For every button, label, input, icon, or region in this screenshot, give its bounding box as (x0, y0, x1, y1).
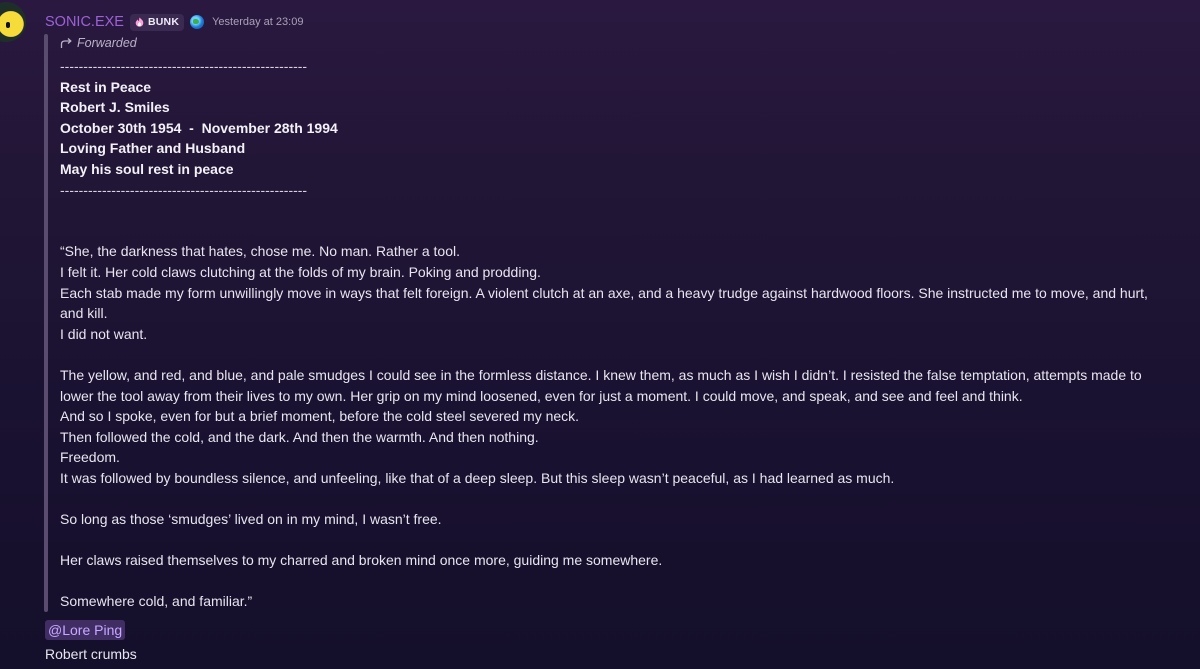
epitaph-line: May his soul rest in peace (60, 160, 234, 177)
body-paragraph (60, 488, 1165, 509)
server-tag[interactable]: BUNK (129, 13, 185, 31)
body-paragraph: “She, the darkness that hates, chose me.… (60, 243, 460, 260)
body-paragraph: I felt it. Her cold claws clutching at t… (60, 263, 541, 280)
body-paragraph (60, 571, 1165, 592)
message-text: Robert crumbs (45, 646, 137, 662)
message-header: SONIC.EXE BUNK Yesterday at 23:09 (45, 12, 303, 32)
body-paragraph: And so I spoke, even for but a brief mom… (60, 408, 580, 425)
role-mention[interactable]: @Lore Ping (45, 620, 126, 640)
epitaph-line: Rest in Peace (60, 78, 152, 95)
avatar-eye (6, 22, 10, 28)
body-paragraph: It was followed by boundless silence, an… (60, 469, 895, 486)
body-paragraph: Freedom. (60, 449, 120, 466)
forwarded-message-content: ----------------------------------------… (60, 56, 1165, 612)
divider-line: ----------------------------------------… (60, 58, 308, 74)
epitaph-line: October 30th 1954 - November 28th 1994 (60, 119, 338, 136)
forwarded-label-row: Forwarded (60, 36, 137, 50)
body-paragraph: Her claws raised themselves to my charre… (60, 552, 663, 569)
body-paragraph: Each stab made my form unwillingly move … (60, 284, 1152, 322)
body-paragraph (60, 344, 1165, 365)
body-paragraph (60, 530, 1165, 551)
body-paragraph: Somewhere cold, and familiar.” (60, 593, 253, 610)
epitaph-line: Loving Father and Husband (60, 140, 246, 157)
body-paragraph: So long as those ‘smudges’ lived on in m… (60, 511, 442, 528)
body-paragraph: I did not want. (60, 325, 148, 342)
body-paragraph: The yellow, and red, and blue, and pale … (60, 366, 1146, 404)
server-tag-label: BUNK (147, 16, 180, 28)
epitaph-line: Robert J. Smiles (60, 99, 170, 116)
body-paragraph: Then followed the cold, and the dark. An… (60, 428, 539, 445)
forward-arrow-icon (60, 38, 72, 48)
globe-icon (190, 15, 205, 29)
forwarded-label: Forwarded (77, 36, 137, 50)
forwarded-quote-bar (44, 34, 48, 612)
flame-icon (135, 17, 144, 27)
user-avatar[interactable] (0, 2, 26, 42)
username[interactable]: SONIC.EXE (45, 14, 124, 30)
message-timestamp[interactable]: Yesterday at 23:09 (212, 16, 303, 28)
divider-line: ----------------------------------------… (60, 181, 308, 198)
